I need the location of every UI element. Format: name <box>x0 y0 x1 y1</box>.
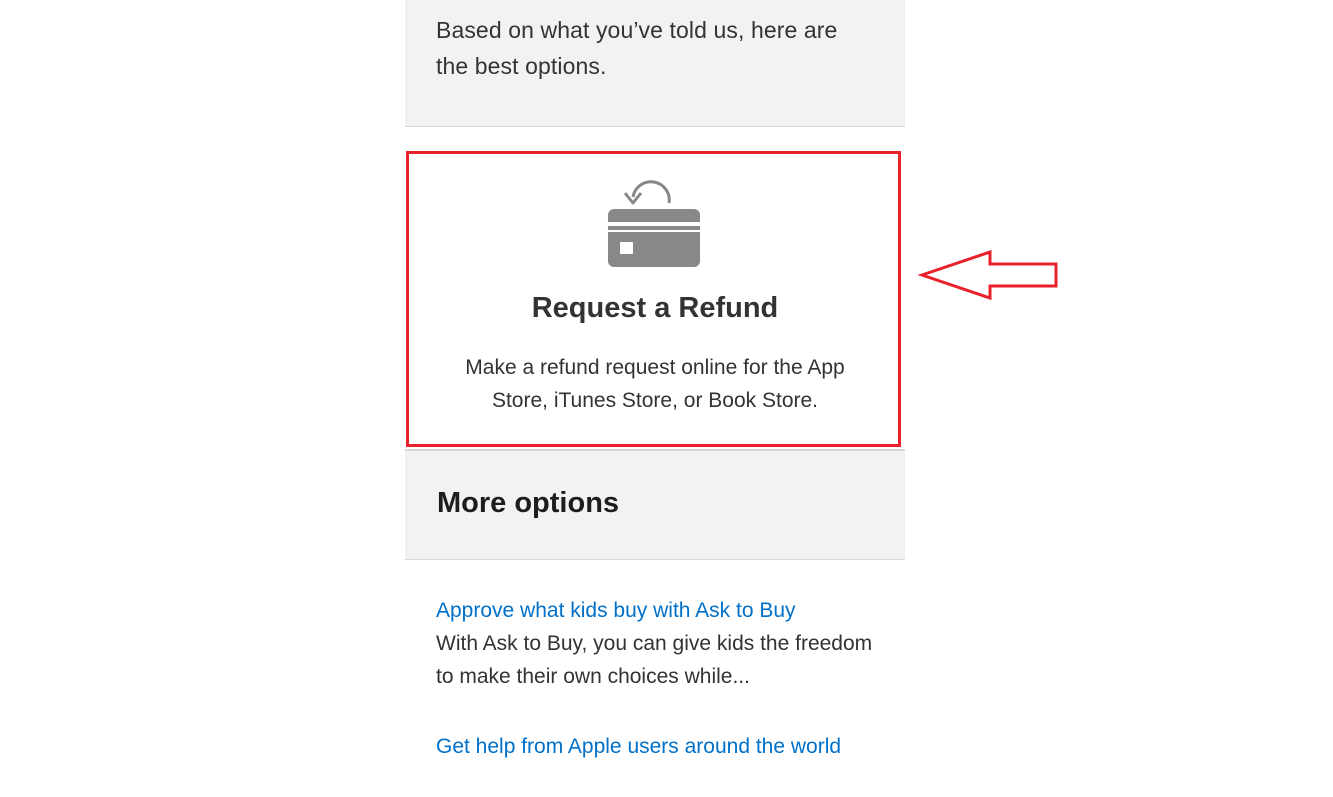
intro-section: Based on what you’ve told us, here are t… <box>405 0 905 127</box>
request-refund-card[interactable]: Request a Refund Make a refund request o… <box>405 127 905 451</box>
refund-description: Make a refund request online for the App… <box>465 356 845 412</box>
more-options-header: More options <box>405 451 905 560</box>
apple-community-link[interactable]: Get help from Apple users around the wor… <box>436 730 856 763</box>
pointer-arrow-icon <box>918 249 1058 301</box>
ask-to-buy-link[interactable]: Approve what kids buy with Ask to Buy <box>436 594 881 627</box>
page: Based on what you’ve told us, here are t… <box>0 0 1333 797</box>
refund-card-icon <box>608 180 700 267</box>
intro-text: Based on what you’ve told us, here are t… <box>436 17 838 79</box>
more-options-title: More options <box>437 487 620 519</box>
content-column: Based on what you’ve told us, here are t… <box>405 0 905 797</box>
refund-title: Request a Refund <box>531 292 779 324</box>
ask-to-buy-description: With Ask to Buy, you can give kids the f… <box>436 632 873 688</box>
option-apple-community: Get help from Apple users around the wor… <box>436 730 856 763</box>
option-ask-to-buy: Approve what kids buy with Ask to Buy Wi… <box>436 594 881 693</box>
